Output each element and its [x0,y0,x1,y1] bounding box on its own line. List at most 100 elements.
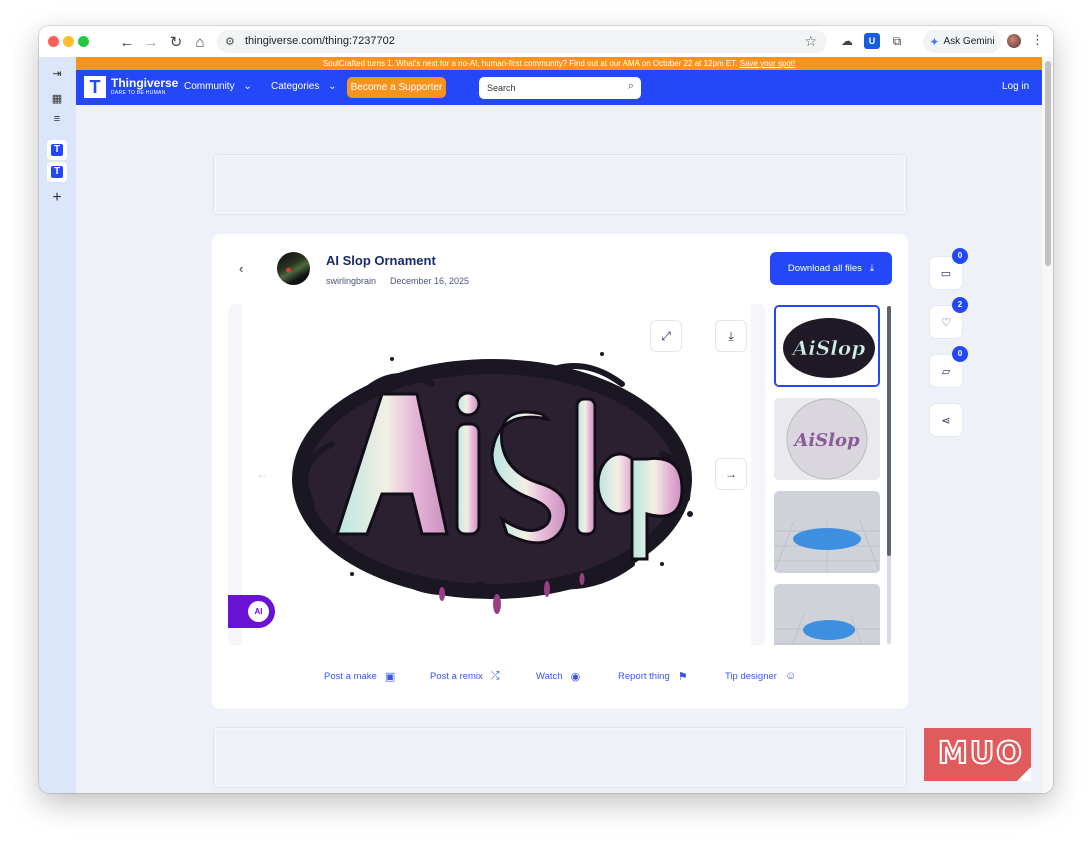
extensions-puzzle-icon[interactable]: ⧉ [889,33,905,49]
thing-card: ‹ AI Slop Ornament swirlingbrain Decembe… [212,234,908,709]
address-bar[interactable]: ⚙ thingiverse.com/thing:7237702 ☆ [217,30,827,53]
ad-placeholder-top [213,154,907,215]
fullscreen-expand-icon[interactable]: ⤢ [650,320,682,352]
categories-menu[interactable]: Categories ⌄ [271,81,337,92]
profile-avatar[interactable] [1007,34,1021,48]
previous-image-arrow-icon[interactable]: ← [256,467,268,481]
download-all-label: Download all files [787,263,862,274]
thumbnail-art-1: AiSlop [776,307,878,385]
collections-count: 0 [952,346,968,362]
new-tab-plus-icon[interactable]: + [47,188,67,208]
main-image[interactable] [242,304,751,645]
thumbnail-art-2: AiSlop [774,398,880,480]
shuffle-icon: ⤮ [490,670,500,682]
ai-badge-icon: AI [248,601,269,622]
comments-icon: ▭ [940,267,952,280]
thumbnail-strip: AiSlop AiSlop [772,304,884,645]
comments-button[interactable]: ▭ 0 [930,248,968,289]
thumbnail-3[interactable] [774,491,880,573]
browser-menu-icon[interactable]: ⋮ [1031,32,1044,48]
home-icon[interactable]: ⌂ [190,32,210,52]
tab-grid-icon[interactable]: ▦ [47,88,67,108]
watermark-corner-notch [1017,767,1031,781]
browser-toolbar: ← → ↻ ⌂ ⚙ thingiverse.com/thing:7237702 … [39,26,1053,57]
post-make-button[interactable]: Post a make ▣ [324,670,395,683]
thumbnail-scrollbar[interactable] [887,306,891,644]
banner-text: SoulCrafted turns 1. What's next for a n… [322,59,738,68]
page-scrollbar-thumb[interactable] [1045,61,1051,266]
page-scrollbar[interactable] [1042,57,1053,793]
publish-date: December 16, 2025 [390,276,470,286]
post-make-label: Post a make [324,671,377,682]
search-input[interactable]: Search ⌕ [479,77,641,99]
tab-search-icon[interactable]: ≡ [47,109,67,129]
page-viewport: SoulCrafted turns 1. What's next for a n… [76,57,1042,793]
download-all-files-button[interactable]: Download all files ⤓ [770,252,892,285]
gemini-sparkle-icon: ✦ [929,34,940,49]
report-label: Report thing [618,671,670,682]
site-info-icon[interactable]: ⚙ [225,35,235,48]
bitwarden-extension-icon[interactable]: U [864,33,880,49]
community-menu[interactable]: Community ⌄ [184,81,252,92]
thumbnail-2[interactable]: AiSlop [774,398,880,480]
expand-sidebar-icon[interactable]: ⇥ [47,63,67,83]
thingiverse-favicon-icon: T [51,144,63,156]
share-icon: ⋖ [941,414,951,427]
ai-slop-artwork [292,352,693,614]
community-label: Community [184,81,235,92]
become-supporter-button[interactable]: Become a Supporter [347,77,446,98]
thingiverse-favicon-icon: T [51,166,63,178]
ad-placeholder-bottom [213,727,907,788]
announcement-banner: SoulCrafted turns 1. What's next for a n… [76,57,1042,70]
svg-text:AiSlop: AiSlop [791,336,865,360]
ask-gemini-button[interactable]: ✦ Ask Gemini [923,30,1001,53]
collect-button[interactable]: ▱ 0 [930,346,968,387]
thumbnail-scrollbar-thumb[interactable] [887,306,891,556]
login-link[interactable]: Log in [1002,81,1029,92]
image-icon: ▣ [384,671,396,683]
thingiverse-tab-active[interactable]: T [47,162,67,182]
muo-watermark-logo: MUO [924,728,1031,781]
author-avatar[interactable] [277,252,310,285]
search-icon[interactable]: ⌕ [628,80,634,93]
next-image-arrow-icon[interactable]: → [715,458,747,490]
close-window-button[interactable] [48,36,59,47]
url-text: thingiverse.com/thing:7237702 [245,35,395,47]
thumbnail-4[interactable] [774,584,880,645]
post-remix-label: Post a remix [430,671,483,682]
banner-link[interactable]: Save your spot! [740,59,796,68]
download-icon: ⤓ [869,263,875,274]
post-remix-button[interactable]: Post a remix ⤮ [430,670,500,683]
eye-icon: ◉ [570,671,581,683]
forward-arrow-icon[interactable]: → [141,32,161,52]
ai-generated-badge[interactable]: AI [228,595,275,628]
reload-icon[interactable]: ↻ [166,32,186,52]
tip-designer-button[interactable]: Tip designer ☺ [725,670,796,682]
bookmark-star-icon[interactable]: ☆ [804,33,817,50]
report-thing-button[interactable]: Report thing ⚑ [618,670,688,683]
like-button[interactable]: ♡ 2 [930,297,968,338]
back-arrow-icon[interactable]: ← [117,32,137,52]
svg-text:AiSlop: AiSlop [792,430,860,451]
thingiverse-tab[interactable]: T [47,140,67,160]
author-link[interactable]: swirlingbrain [326,276,376,286]
folder-plus-icon: ▱ [941,365,951,378]
download-image-icon[interactable]: ⤓ [715,320,747,352]
thumbnail-1[interactable]: AiSlop [774,305,880,387]
back-chevron-icon[interactable]: ‹ [239,261,243,276]
tip-label: Tip designer [725,670,777,682]
watch-button[interactable]: Watch ◉ [536,670,580,683]
thing-title: AI Slop Ornament [326,253,436,268]
vertical-tab-strip: ⇥ ▦ ≡ T T + [39,57,76,793]
ask-gemini-label: Ask Gemini [943,36,995,47]
cloud-extension-icon[interactable]: ☁ [839,33,855,49]
brand-name[interactable]: Thingiverse [111,76,178,90]
thingiverse-logo-icon[interactable]: T [84,76,106,98]
flag-icon: ⚑ [677,671,688,683]
heart-icon: ♡ [941,316,951,329]
thumbnail-render-4 [774,584,880,645]
comments-count: 0 [952,248,968,264]
share-button[interactable]: ⋖ [930,404,962,436]
maximize-window-button[interactable] [78,36,89,47]
minimize-window-button[interactable] [63,36,74,47]
